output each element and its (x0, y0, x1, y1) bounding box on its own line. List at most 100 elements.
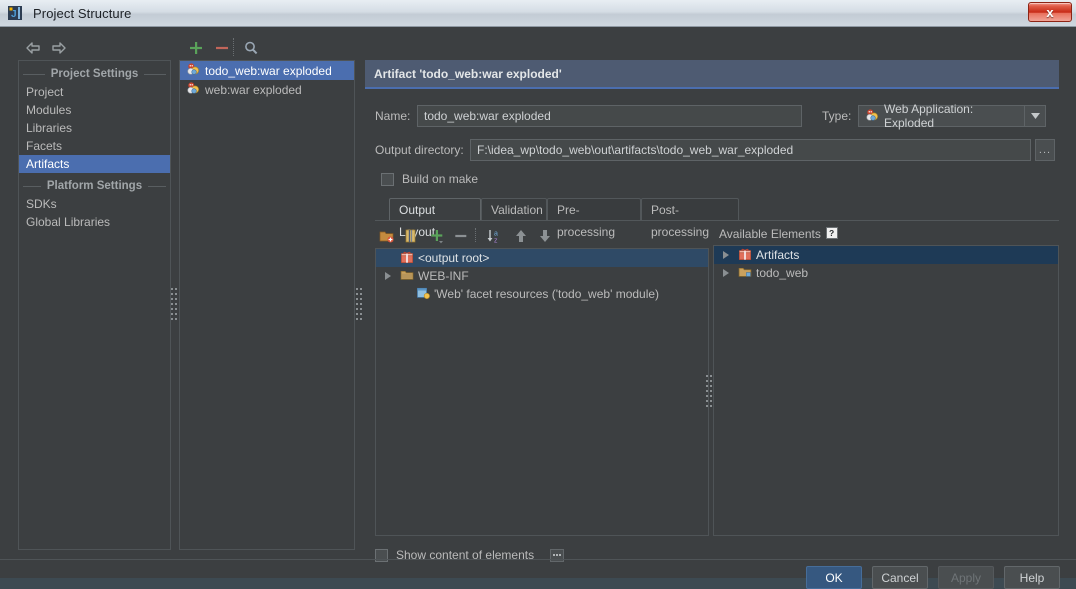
artifact-package-icon (400, 250, 414, 267)
artifact-list: todo_web:war exploded web:war exploded (179, 60, 355, 550)
settings-sidebar: Project Settings Project Modules Librari… (18, 60, 171, 550)
sidebar-item-sdks[interactable]: SDKs (19, 195, 170, 213)
artifact-tabs: Output Layout Validation Pre-processing … (375, 198, 1059, 221)
tab-post-processing[interactable]: Post-processing (641, 198, 739, 221)
svg-text:J: J (11, 9, 17, 20)
svg-text:a: a (494, 230, 498, 237)
close-button[interactable]: x (1028, 2, 1072, 22)
sidebar-group-header-project-settings: Project Settings (19, 64, 170, 83)
artifact-list-item-todo-web[interactable]: todo_web:war exploded (180, 61, 354, 80)
plus-icon[interactable] (185, 37, 207, 59)
sidebar-item-artifacts[interactable]: Artifacts (19, 155, 170, 173)
build-on-make-label: Build on make (402, 172, 478, 186)
create-directory-icon[interactable] (377, 226, 397, 245)
available-elements-panel: Available Elements ? (713, 223, 1059, 536)
splitter-handle-dots (171, 288, 178, 322)
sidebar-item-project[interactable]: Project (19, 83, 170, 101)
title-bar: J Project Structure x (0, 0, 1076, 27)
available-elements-tree: Artifacts todo_web (713, 245, 1059, 536)
available-elements-title: Available Elements (719, 227, 821, 241)
web-artifact-icon (186, 81, 200, 98)
page-title: Artifact 'todo_web:war exploded' (374, 67, 562, 81)
tree-expander-web-inf[interactable] (380, 272, 396, 280)
artifact-list-item-label: web:war exploded (205, 83, 302, 97)
sidebar-item-modules[interactable]: Modules (19, 101, 170, 119)
svg-text:?: ? (829, 228, 834, 238)
web-artifact-icon (186, 62, 200, 79)
tab-validation[interactable]: Validation (481, 198, 547, 221)
arrow-up-icon[interactable] (511, 226, 531, 245)
project-structure-window: J Project Structure x (0, 0, 1076, 578)
arrow-down-icon[interactable] (535, 226, 555, 245)
type-value: Web Application: Exploded (884, 102, 1018, 130)
web-facet-icon (416, 286, 430, 303)
sidebar-group-header-platform-settings: Platform Settings (19, 176, 170, 195)
footer-separator (0, 559, 1076, 560)
tree-node-label: Artifacts (756, 248, 799, 262)
artifact-package-icon (738, 247, 752, 264)
intellij-idea-logo-icon: J (5, 3, 31, 23)
arrow-right-icon[interactable] (48, 37, 70, 59)
sort-az-icon[interactable]: a z (485, 226, 505, 245)
chevron-right-icon (723, 251, 729, 259)
sidebar-item-global-libraries[interactable]: Global Libraries (19, 213, 170, 231)
build-on-make-row[interactable]: Build on make (381, 172, 478, 186)
tree-node-label: WEB-INF (418, 269, 469, 283)
tree-node-todo-web[interactable]: todo_web (714, 264, 1058, 282)
splitter-list-detail[interactable] (355, 60, 364, 550)
available-elements-header: Available Elements ? (713, 223, 1059, 245)
splitter-handle-dots (706, 375, 713, 409)
add-copy-of-icon[interactable] (427, 226, 447, 245)
tree-node-output-root[interactable]: <output root> (376, 249, 708, 267)
help-question-icon[interactable]: ? (826, 227, 838, 242)
splitter-handle-dots (356, 288, 363, 322)
tree-expander-artifacts[interactable] (718, 251, 734, 259)
close-icon: x (1046, 5, 1053, 20)
module-folder-icon (738, 265, 752, 282)
artifact-list-item-web[interactable]: web:war exploded (180, 80, 354, 99)
artifact-detail-header: Artifact 'todo_web:war exploded' (365, 60, 1059, 89)
name-input[interactable]: todo_web:war exploded (417, 105, 802, 127)
arrow-left-icon[interactable] (22, 37, 44, 59)
svg-text:z: z (494, 237, 498, 244)
tree-node-label: 'Web' facet resources ('todo_web' module… (434, 287, 659, 301)
browse-output-directory-button[interactable]: ... (1035, 139, 1055, 161)
layout-toolbar-separator (475, 228, 476, 242)
tab-pre-processing[interactable]: Pre-processing (547, 198, 641, 221)
tree-node-web-facet-resources[interactable]: 'Web' facet resources ('todo_web' module… (376, 285, 708, 303)
toolbar-separator (233, 38, 234, 56)
type-dropdown[interactable]: Web Application: Exploded (858, 105, 1046, 127)
chevron-down-icon[interactable] (1024, 106, 1045, 126)
chevron-right-icon (723, 269, 729, 277)
output-layout-tree: <output root> WEB-INF (375, 248, 709, 536)
folder-icon (400, 268, 414, 285)
output-directory-label: Output directory: (375, 143, 470, 157)
output-directory-row: Output directory: F:\idea_wp\todo_web\ou… (375, 139, 1059, 161)
web-artifact-icon (865, 108, 879, 125)
tree-node-web-inf[interactable]: WEB-INF (376, 267, 708, 285)
top-toolbar (0, 27, 1076, 59)
search-icon[interactable] (240, 37, 262, 59)
tab-output-layout[interactable]: Output Layout (389, 198, 481, 221)
sidebar-item-facets[interactable]: Facets (19, 137, 170, 155)
name-label: Name: (375, 109, 417, 123)
sidebar-item-libraries[interactable]: Libraries (19, 119, 170, 137)
chevron-right-icon (385, 272, 391, 280)
tree-node-label: <output root> (418, 251, 489, 265)
window-title: Project Structure (33, 6, 132, 21)
create-archive-icon[interactable] (401, 226, 421, 245)
tree-node-label: todo_web (756, 266, 808, 280)
splitter-sidebar-list[interactable] (170, 60, 179, 550)
output-directory-input[interactable]: F:\idea_wp\todo_web\out\artifacts\todo_w… (470, 139, 1031, 161)
name-row: Name: todo_web:war exploded Type: (375, 105, 1059, 127)
build-on-make-checkbox[interactable] (381, 173, 394, 186)
artifact-list-item-label: todo_web:war exploded (205, 64, 332, 78)
tree-node-artifacts[interactable]: Artifacts (714, 246, 1058, 264)
dialog-body: Project Settings Project Modules Librari… (0, 27, 1076, 578)
minus-icon[interactable] (451, 226, 471, 245)
minus-icon[interactable] (211, 37, 233, 59)
artifact-detail-panel: Artifact 'todo_web:war exploded' Name: t… (365, 60, 1059, 550)
tree-expander-todo-web[interactable] (718, 269, 734, 277)
tab-underline (375, 220, 1059, 221)
type-label: Type: (822, 109, 858, 123)
